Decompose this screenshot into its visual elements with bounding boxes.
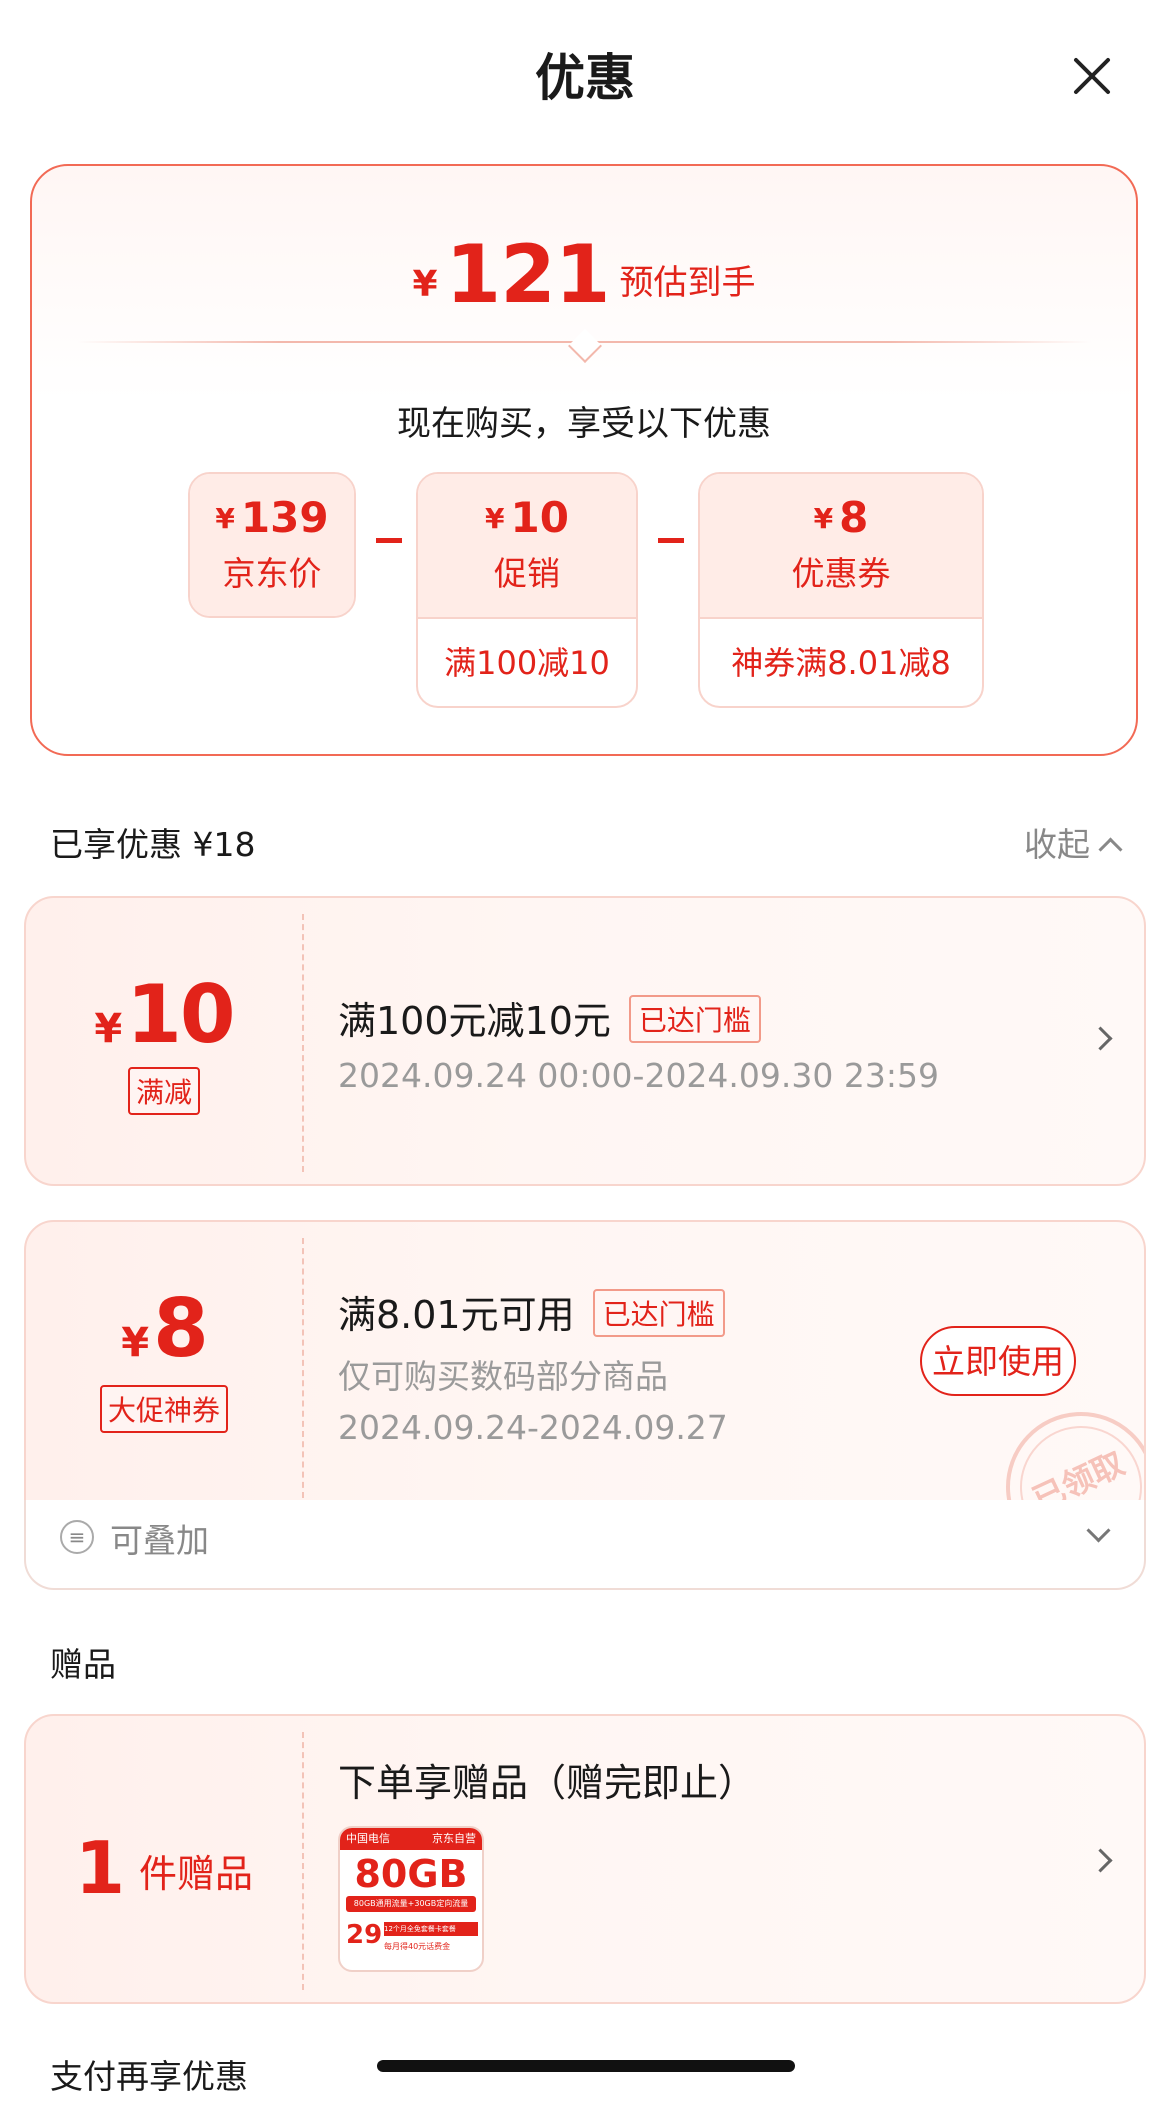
coupon-divider <box>302 914 304 1172</box>
product-headline: 80GB <box>354 1852 468 1896</box>
coupon-amount: ¥10 <box>26 968 302 1061</box>
coupon-validity: 2024.09.24 00:00-2024.09.30 23:59 <box>338 1056 939 1095</box>
currency-symbol: ¥ <box>485 502 505 535</box>
coupon-amount-column: ¥8 大促神券 <box>26 1222 302 1508</box>
breakdown-item-coupon: ¥8 优惠券 神券满8.01减8 <box>698 472 984 708</box>
final-price: 121 <box>445 228 611 321</box>
enjoyed-discount-title: 已享优惠 ¥18 <box>50 825 256 864</box>
pay-discount-title: 支付再享优惠 <box>50 2057 248 2096</box>
currency-symbol: ¥ <box>94 1006 123 1052</box>
chevron-up-icon <box>1098 837 1123 862</box>
coupon-title: 满8.01元可用 <box>338 1293 575 1337</box>
breakdown-item-jd-price: ¥139 京东价 <box>188 472 356 618</box>
coupon-amount-column: ¥10 满减 <box>26 898 302 1184</box>
breakdown-name: 促销 <box>494 554 560 593</box>
stack-icon: ≡ <box>60 1520 94 1554</box>
coupon-type-tag: 满减 <box>127 1067 200 1115</box>
currency-symbol: ¥ <box>412 264 438 305</box>
coupon-sheet: 优惠 ¥121 预估到手 现在购买，享受以下优惠 ¥139 京东价 ¥10 促销 … <box>0 0 1170 2101</box>
minus-sign <box>658 538 684 543</box>
coupon-amount-value: 10 <box>126 968 235 1061</box>
gifts-title: 赠品 <box>50 1645 116 1684</box>
chevron-right-icon[interactable] <box>1088 1026 1113 1051</box>
stackable-label: 可叠加 <box>110 1521 209 1560</box>
product-brand: 中国电信 <box>346 1832 390 1845</box>
coupon-divider <box>302 1238 304 1498</box>
sheet-title: 优惠 <box>535 49 635 107</box>
divider-notch <box>568 329 602 363</box>
coupon-validity: 2024.09.24-2024.09.27 <box>338 1408 728 1447</box>
gift-divider <box>302 1732 304 1990</box>
breakdown-amount: 10 <box>510 493 569 542</box>
chevron-down-icon[interactable] <box>1086 1518 1111 1543</box>
product-line1: 80GB通用流量+30GB定向流量 <box>346 1896 476 1912</box>
coupon-card-mega-sale[interactable]: ¥8 大促神券 满8.01元可用 已达门槛 仅可购买数码部分商品 2024.09.… <box>24 1220 1146 1510</box>
close-icon <box>1074 58 1110 94</box>
collapse-label: 收起 <box>1024 825 1090 864</box>
price-summary-card: ¥121 预估到手 现在购买，享受以下优惠 ¥139 京东价 ¥10 促销 满10… <box>30 164 1138 756</box>
gift-card[interactable]: 1 件赠品 下单享赠品（赠完即止） 中国电信 京东自营 80GB 80GB通用流量+… <box>24 1714 1146 2004</box>
breakdown-detail: 神券满8.01减8 <box>700 617 982 706</box>
summary-subtitle: 现在购买，享受以下优惠 <box>397 404 771 444</box>
coupon-amount: ¥8 <box>26 1282 302 1375</box>
gift-count: 1 件赠品 <box>26 1826 302 1910</box>
minus-sign <box>376 538 402 543</box>
gift-count-number: 1 <box>74 1826 126 1910</box>
collapse-button[interactable]: 收起 <box>1024 818 1123 866</box>
breakdown-detail: 满100减10 <box>418 617 636 706</box>
final-price-label: 预估到手 <box>619 263 756 303</box>
product-brand-bar: 中国电信 京东自营 <box>340 1828 482 1850</box>
estimated-price: ¥121 预估到手 <box>32 228 1136 321</box>
coupon-title-row: 满100元减10元 已达门槛 <box>338 990 761 1045</box>
product-price: 29 <box>346 1920 383 1950</box>
threshold-reached-badge: 已达门槛 <box>628 995 761 1043</box>
breakdown-name: 京东价 <box>222 554 322 593</box>
currency-symbol: ¥ <box>813 502 834 535</box>
coupon-amount-value: 8 <box>153 1282 209 1375</box>
product-line3: 每月得40元话费金 <box>384 1942 451 1951</box>
use-now-button[interactable]: 立即使用 <box>920 1326 1076 1396</box>
product-seller: 京东自营 <box>432 1832 476 1845</box>
threshold-reached-badge: 已达门槛 <box>592 1289 725 1337</box>
chevron-right-icon[interactable] <box>1088 1848 1113 1873</box>
gift-count-label: 件赠品 <box>139 1852 254 1896</box>
breakdown-amount: 8 <box>839 493 869 542</box>
currency-symbol: ¥ <box>121 1320 150 1366</box>
coupon-title: 满100元减10元 <box>338 999 611 1043</box>
gift-product-image[interactable]: 中国电信 京东自营 80GB 80GB通用流量+30GB定向流量 29 12个月全… <box>338 1826 484 1972</box>
currency-symbol: ¥ <box>215 502 235 535</box>
gift-count-column: 1 件赠品 <box>26 1716 302 2002</box>
coupon-scope: 仅可购买数码部分商品 <box>338 1357 668 1396</box>
coupon-title-row: 满8.01元可用 已达门槛 <box>338 1284 725 1339</box>
home-indicator[interactable] <box>377 2060 795 2072</box>
coupon-type-tag: 大促神券 <box>99 1385 228 1433</box>
claimed-stamp: 已领取 <box>981 1387 1144 1508</box>
stackable-row[interactable]: ≡ 可叠加 <box>24 1500 1146 1590</box>
coupon-card-full-reduction[interactable]: ¥10 满减 满100元减10元 已达门槛 2024.09.24 00:00-20… <box>24 896 1146 1186</box>
close-button[interactable] <box>1062 46 1122 106</box>
breakdown-amount: 139 <box>240 493 329 542</box>
product-line2: 12个月全免套餐卡套餐 <box>384 1922 478 1936</box>
breakdown-item-promotion: ¥10 促销 满100减10 <box>416 472 638 708</box>
breakdown-name: 优惠券 <box>791 554 891 593</box>
gift-description: 下单享赠品（赠完即止） <box>338 1761 757 1805</box>
